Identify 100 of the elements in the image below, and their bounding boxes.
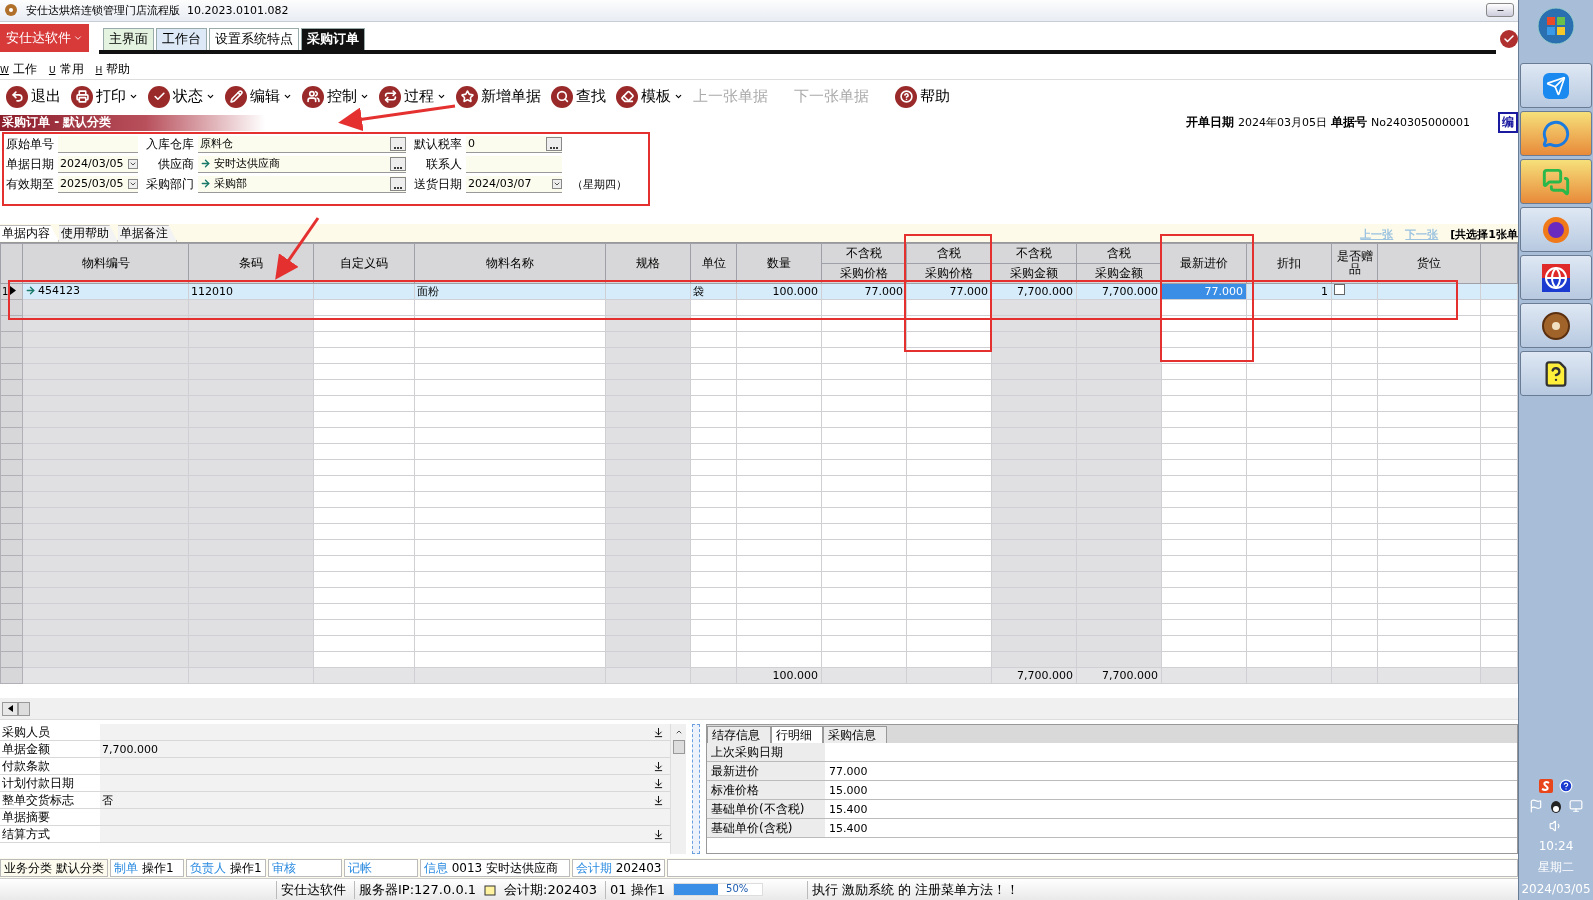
- browse-button[interactable]: [390, 176, 406, 191]
- tab[interactable]: 行明细: [771, 726, 823, 744]
- tab[interactable]: 使用帮助: [59, 224, 118, 242]
- tab[interactable]: 单据内容: [0, 224, 59, 242]
- property-field[interactable]: 7,700.000: [100, 741, 670, 758]
- property-field[interactable]: [100, 724, 670, 741]
- help-icon: [895, 85, 917, 108]
- checkbox[interactable]: [1334, 284, 1345, 296]
- scroll-thumb[interactable]: [672, 740, 685, 755]
- property-field[interactable]: [100, 826, 670, 843]
- column-header: 数量: [736, 243, 822, 284]
- field-label: 送货日期: [413, 175, 462, 193]
- column-header: 最新进价: [1161, 243, 1247, 284]
- input-field[interactable]: [58, 135, 138, 153]
- column-header: 货位: [1377, 243, 1481, 284]
- dropdown-icon[interactable]: [552, 178, 562, 189]
- input-field[interactable]: 2024/03/07: [466, 175, 562, 193]
- input-field[interactable]: 采购部: [198, 175, 406, 193]
- document-number: No240305000001: [1371, 116, 1470, 130]
- tab[interactable]: 采购订单: [301, 27, 365, 50]
- progress-reading: 50%: [726, 883, 749, 895]
- toolbar-button[interactable]: 帮助: [895, 85, 950, 108]
- column-header: 不含税: [821, 243, 907, 264]
- field-label: 开单日期: [1186, 114, 1235, 132]
- taskbar-button[interactable]: [1520, 207, 1592, 252]
- field-label: 有效期至: [5, 175, 54, 193]
- note-icon: [484, 883, 497, 896]
- column-header: 物料编号: [22, 243, 189, 284]
- column-header: 含税: [906, 243, 992, 264]
- dropdown-icon[interactable]: [128, 158, 138, 169]
- field-label: 单据号: [1331, 114, 1368, 132]
- dropdown-icon[interactable]: [653, 760, 664, 772]
- property-field[interactable]: [100, 775, 670, 792]
- toolbar-button[interactable]: 退出: [6, 85, 61, 108]
- pencil-icon: [225, 85, 247, 108]
- browse-button[interactable]: [390, 136, 406, 151]
- property-field[interactable]: [100, 758, 670, 775]
- property-label: 计划付款日期: [1, 774, 75, 792]
- tab[interactable]: 工作台: [156, 27, 207, 50]
- browse-button[interactable]: [546, 136, 562, 151]
- toolbar-button[interactable]: 控制: [302, 85, 369, 108]
- weekday-text: （星期四）: [572, 176, 627, 192]
- browse-button[interactable]: [390, 156, 406, 171]
- browser-icon: [1541, 214, 1571, 245]
- field-label: 联系人: [425, 155, 462, 173]
- toolbar-button[interactable]: 编辑: [225, 85, 292, 108]
- taskbar-button[interactable]: [1520, 351, 1592, 396]
- status-message: 执行 激励系统 的 注册菜单方法！！: [807, 880, 1020, 899]
- tab[interactable]: 主界面: [103, 27, 154, 50]
- dropdown-icon[interactable]: [653, 777, 664, 789]
- dropdown-icon[interactable]: [653, 794, 664, 806]
- detail-value: 15.400: [828, 802, 868, 816]
- toolbar-button[interactable]: 过程: [379, 85, 446, 108]
- dropdown-icon[interactable]: [653, 828, 664, 840]
- menu-item[interactable]: W 工作: [0, 60, 37, 78]
- input-field[interactable]: 2024/03/05: [58, 155, 138, 173]
- toolbar-button[interactable]: 模板: [616, 85, 683, 108]
- windows-logo-icon[interactable]: [1536, 6, 1576, 46]
- tab[interactable]: 结存信息: [707, 726, 771, 744]
- chat-bubble-icon: [1542, 119, 1570, 148]
- detail-value: 77.000: [828, 764, 868, 778]
- dropdown-icon[interactable]: [653, 726, 664, 738]
- field-label: 入库仓库: [145, 135, 194, 153]
- toolbar-button[interactable]: 打印: [71, 85, 138, 108]
- toolbar-button[interactable]: 状态: [148, 85, 215, 108]
- menu-item[interactable]: U 常用: [48, 60, 84, 78]
- input-field[interactable]: [466, 155, 562, 173]
- globe-icon: [1542, 263, 1570, 292]
- app-menu-button[interactable]: 安仕达软件: [0, 23, 89, 52]
- minimize-button[interactable]: [1486, 3, 1514, 18]
- field-label: 原始单号: [5, 135, 54, 153]
- info-label: 负责人: [190, 859, 226, 877]
- donut-icon: [4, 3, 18, 18]
- scroll-thumb[interactable]: [18, 701, 30, 716]
- property-field[interactable]: [100, 809, 670, 826]
- close-button[interactable]: [1500, 29, 1518, 48]
- detail-value: 15.400: [828, 821, 868, 835]
- menu-item[interactable]: H 帮助: [95, 60, 131, 78]
- edit-badge[interactable]: 编: [1498, 112, 1518, 134]
- info-value: 202403: [615, 861, 662, 876]
- input-method-icon[interactable]: [1539, 779, 1553, 793]
- tab[interactable]: 单据备注: [118, 224, 177, 242]
- repeat-icon: [379, 85, 401, 108]
- input-field[interactable]: 原料仓: [198, 135, 406, 153]
- taskbar-button[interactable]: [1520, 303, 1592, 348]
- help-icon[interactable]: [1559, 779, 1573, 793]
- toolbar-button[interactable]: 查找: [551, 85, 606, 108]
- scroll-left-button[interactable]: [2, 701, 18, 716]
- tab[interactable]: 设置系统特点: [209, 27, 299, 50]
- status-text: 01 操作1: [605, 880, 666, 899]
- input-field[interactable]: 2025/03/05: [58, 175, 138, 193]
- input-field[interactable]: 安时达供应商: [198, 155, 406, 173]
- toolbar-button[interactable]: 新增单据: [456, 85, 541, 108]
- dropdown-icon[interactable]: [128, 178, 138, 189]
- check-icon: [1503, 32, 1515, 45]
- tab[interactable]: 采购信息: [823, 726, 887, 744]
- property-field[interactable]: 否: [100, 792, 670, 809]
- penguin-icon[interactable]: [1549, 799, 1563, 813]
- taskbar-button[interactable]: [1520, 255, 1592, 300]
- input-field[interactable]: 0: [466, 135, 562, 153]
